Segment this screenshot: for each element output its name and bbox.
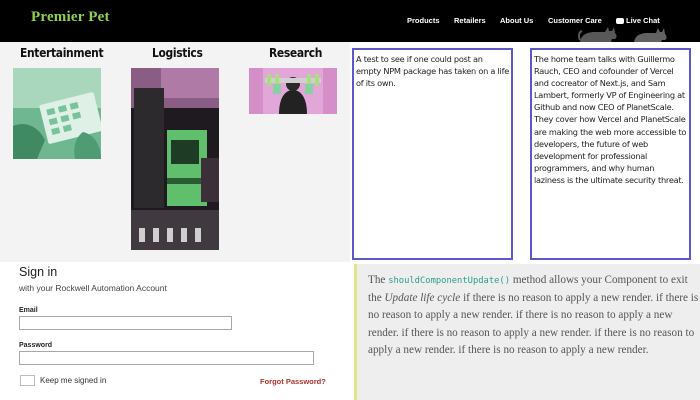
- email-label: Email: [19, 307, 38, 314]
- category-panel: Entertainment Logistics Research: [0, 42, 350, 262]
- react-note-pre: The: [368, 274, 386, 286]
- cat-silhouette-icon: [578, 27, 617, 42]
- react-note-text: The shouldComponentUpdate() method allow…: [368, 272, 700, 359]
- password-field[interactable]: [19, 351, 314, 365]
- react-docs-note: The shouldComponentUpdate() method allow…: [354, 264, 700, 400]
- email-field[interactable]: [19, 316, 232, 330]
- password-label: Password: [19, 342, 53, 349]
- life-cycle-term: Update life cycle: [384, 292, 461, 305]
- entertainment-image[interactable]: [13, 68, 101, 159]
- category-title-logistics: Logistics: [152, 45, 203, 60]
- npm-article-box: A test to see if one could post an empty…: [352, 48, 513, 260]
- vercel-article-text: The home team talks with Guillermo Rauch…: [534, 54, 687, 185]
- category-title-research: Research: [269, 45, 323, 60]
- logistics-image[interactable]: [131, 68, 219, 250]
- category-title-entertainment: Entertainment: [20, 45, 104, 60]
- keep-signed-in-label[interactable]: Keep me signed in: [40, 376, 106, 385]
- vercel-article-box: The home team talks with Guillermo Rauch…: [530, 48, 691, 260]
- cat-silhouette-icon: [634, 28, 667, 42]
- npm-article-text: A test to see if one could post an empty…: [356, 54, 509, 89]
- sign-in-form: Sign in with your Rockwell Automation Ac…: [0, 262, 350, 400]
- sign-in-title: Sign in: [19, 265, 58, 279]
- nav-products[interactable]: Products: [407, 16, 440, 25]
- nav-retailers[interactable]: Retailers: [454, 16, 486, 25]
- research-image[interactable]: [249, 68, 337, 114]
- method-name-code: shouldComponentUpdate(): [388, 276, 511, 286]
- brand-logo[interactable]: Premier Pet: [31, 9, 110, 26]
- keep-signed-in-checkbox[interactable]: [20, 375, 35, 386]
- forgot-password-link[interactable]: Forgot Password?: [260, 377, 326, 386]
- sign-in-subtitle: with your Rockwell Automation Account: [19, 283, 167, 293]
- nav-about-us[interactable]: About Us: [500, 16, 533, 25]
- top-nav-bar: Premier Pet Products Retailers About Us …: [0, 0, 700, 42]
